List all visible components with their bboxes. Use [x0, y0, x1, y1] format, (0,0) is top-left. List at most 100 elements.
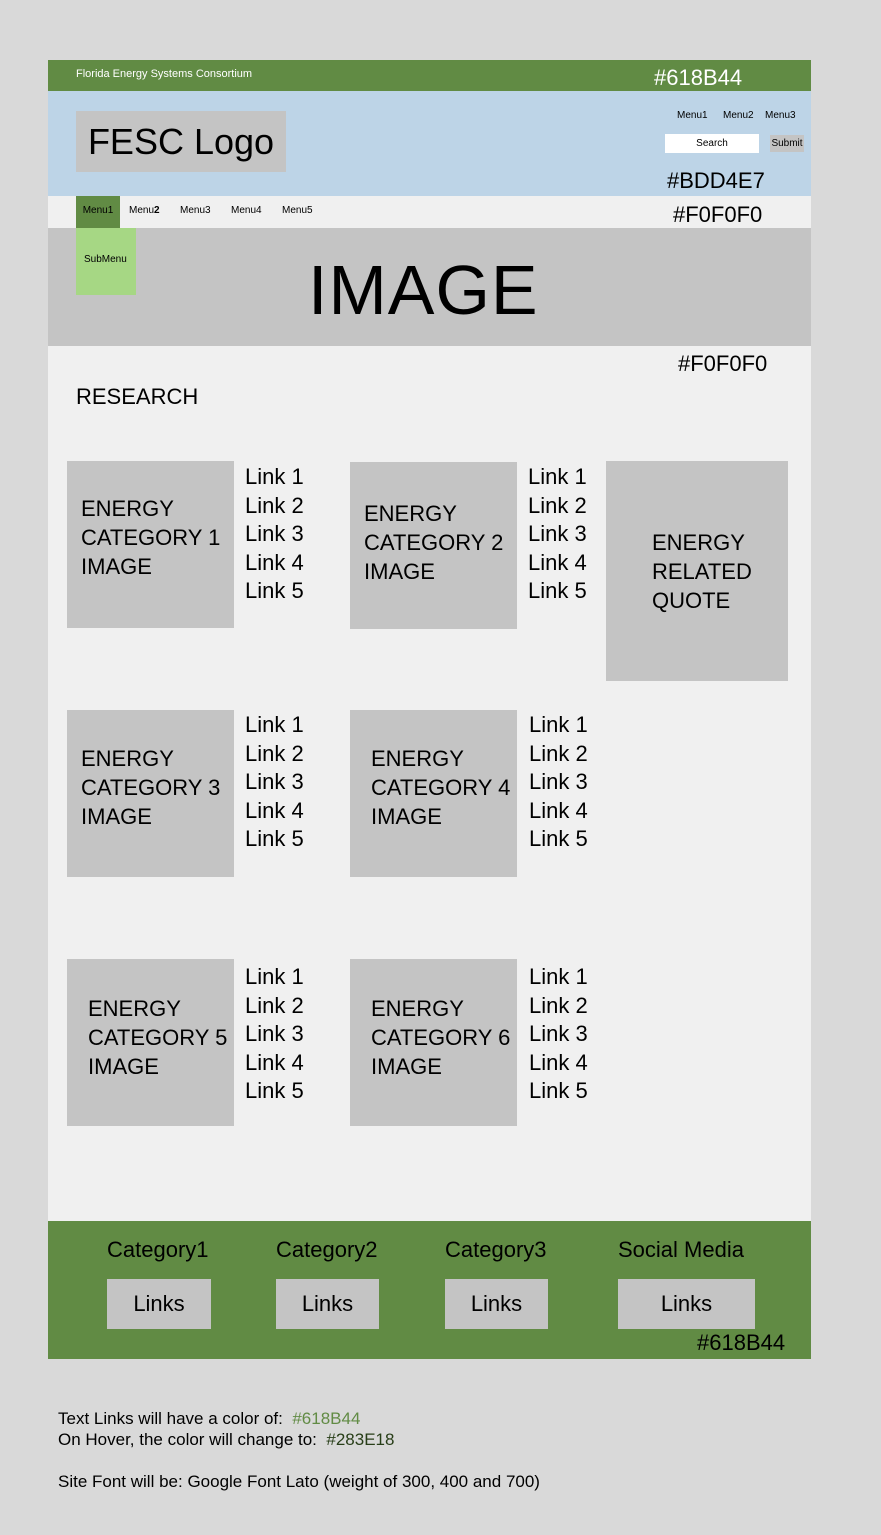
note-text: On Hover, the color will change to: [58, 1430, 317, 1449]
link[interactable]: Link 1 [529, 711, 588, 740]
category-6-links: Link 1 Link 2 Link 3 Link 4 Link 5 [529, 963, 588, 1106]
link[interactable]: Link 3 [528, 520, 587, 549]
category-image-text: ENERGY [81, 746, 174, 771]
top-menu-item-2[interactable]: Menu2 [723, 110, 754, 121]
style-notes: Text Links will have a color of: #618B44… [58, 1408, 540, 1492]
link[interactable]: Link 5 [245, 1077, 304, 1106]
footer-links-button[interactable]: Links [276, 1279, 379, 1329]
section-title: RESEARCH [76, 384, 199, 409]
category-image-text: IMAGE [81, 804, 152, 829]
category-image-text: IMAGE [364, 559, 435, 584]
link[interactable]: Link 5 [245, 825, 304, 854]
category-image-text: IMAGE [88, 1054, 159, 1079]
footer: Category1 Category2 Category3 Social Med… [48, 1221, 811, 1359]
color-annotation: #618B44 [697, 1330, 786, 1355]
link[interactable]: Link 5 [245, 577, 304, 606]
category-4-links: Link 1 Link 2 Link 3 Link 4 Link 5 [529, 711, 588, 854]
link[interactable]: Link 2 [245, 992, 304, 1021]
hero-image: IMAGE [48, 228, 811, 346]
color-annotation: #BDD4E7 [667, 168, 765, 193]
quote-text: RELATED [652, 559, 752, 584]
category-3-image[interactable]: ENERGY CATEGORY 3 IMAGE [67, 710, 234, 877]
footer-links-button[interactable]: Links [107, 1279, 211, 1329]
note-line: Site Font will be: Google Font Lato (wei… [58, 1472, 540, 1491]
nav-item-menu4[interactable]: Menu4 [231, 196, 262, 228]
color-annotation: #618B44 [654, 65, 743, 90]
color-annotation: #F0F0F0 [678, 351, 768, 376]
quote-text: QUOTE [652, 588, 731, 613]
category-image-text: ENERGY [88, 996, 181, 1021]
note-line: On Hover, the color will change to: #283… [58, 1429, 540, 1450]
link[interactable]: Link 1 [245, 711, 304, 740]
link[interactable]: Link 4 [245, 797, 304, 826]
link[interactable]: Link 2 [245, 492, 304, 521]
category-image-text: CATEGORY 4 [371, 775, 511, 800]
color-annotation: #F0F0F0 [673, 202, 763, 227]
nav-item-menu2[interactable]: Menu2 [129, 196, 160, 228]
link[interactable]: Link 1 [245, 963, 304, 992]
link[interactable]: Link 3 [245, 768, 304, 797]
nav-item-menu5[interactable]: Menu5 [282, 196, 313, 228]
link[interactable]: Link 1 [529, 963, 588, 992]
link[interactable]: Link 2 [529, 992, 588, 1021]
footer-links-button[interactable]: Links [618, 1279, 755, 1329]
category-image-text: IMAGE [81, 554, 152, 579]
nav-item-menu3[interactable]: Menu3 [180, 196, 211, 228]
link[interactable]: Link 3 [529, 768, 588, 797]
category-1-links: Link 1 Link 2 Link 3 Link 4 Link 5 [245, 463, 304, 606]
nav-item-label: Menu [129, 205, 155, 216]
link[interactable]: Link 5 [529, 1077, 588, 1106]
link[interactable]: Link 4 [529, 797, 588, 826]
nav-item-menu1[interactable]: Menu1 [76, 196, 120, 228]
link[interactable]: Link 2 [528, 492, 587, 521]
footer-category-title: Social Media [618, 1237, 744, 1262]
link[interactable]: Link 3 [245, 520, 304, 549]
top-menu-item-1[interactable]: Menu1 [677, 110, 708, 121]
footer-links-button[interactable]: Links [445, 1279, 548, 1329]
category-image-text: IMAGE [371, 1054, 442, 1079]
link[interactable]: Link 4 [245, 549, 304, 578]
category-1-image[interactable]: ENERGY CATEGORY 1 IMAGE [67, 461, 234, 628]
category-3-links: Link 1 Link 2 Link 3 Link 4 Link 5 [245, 711, 304, 854]
category-4-image[interactable]: ENERGY CATEGORY 4 IMAGE [350, 710, 517, 877]
category-image-text: ENERGY [371, 996, 464, 1021]
category-5-links: Link 1 Link 2 Link 3 Link 4 Link 5 [245, 963, 304, 1106]
link[interactable]: Link 3 [529, 1020, 588, 1049]
quote-text: ENERGY [652, 530, 745, 555]
link[interactable]: Link 4 [528, 549, 587, 578]
note-spacer [58, 1450, 540, 1471]
submenu-dropdown[interactable]: SubMenu [76, 228, 136, 295]
note-color-value: #283E18 [326, 1430, 395, 1449]
footer-category-title: Category1 [107, 1237, 209, 1262]
link[interactable]: Link 2 [529, 740, 588, 769]
category-2-links: Link 1 Link 2 Link 3 Link 4 Link 5 [528, 463, 587, 606]
link[interactable]: Link 4 [245, 1049, 304, 1078]
link[interactable]: Link 4 [529, 1049, 588, 1078]
category-image-text: CATEGORY 2 [364, 530, 504, 555]
energy-quote-block: ENERGY RELATED QUOTE [606, 461, 788, 681]
search-input[interactable]: Search [665, 134, 759, 153]
category-image-text: IMAGE [371, 804, 442, 829]
category-image-text: ENERGY [371, 746, 464, 771]
category-image-text: CATEGORY 6 [371, 1025, 511, 1050]
hero-image-label: IMAGE [308, 251, 539, 329]
footer-category-title: Category3 [445, 1237, 547, 1262]
category-6-image[interactable]: ENERGY CATEGORY 6 IMAGE [350, 959, 517, 1126]
link[interactable]: Link 1 [528, 463, 587, 492]
top-menu-item-3[interactable]: Menu3 [765, 110, 796, 121]
link[interactable]: Link 5 [528, 577, 587, 606]
link[interactable]: Link 3 [245, 1020, 304, 1049]
note-color-value: #618B44 [292, 1409, 361, 1428]
site-name: Florida Energy Systems Consortium [76, 68, 253, 80]
category-5-image[interactable]: ENERGY CATEGORY 5 IMAGE [67, 959, 234, 1126]
nav-item-label-suffix: 2 [154, 205, 160, 216]
header: FESC Logo Menu1 Menu2 Menu3 Search Submi… [48, 91, 811, 196]
link[interactable]: Link 1 [245, 463, 304, 492]
link[interactable]: Link 5 [529, 825, 588, 854]
category-2-image[interactable]: ENERGY CATEGORY 2 IMAGE [350, 462, 517, 629]
category-image-text: CATEGORY 3 [81, 775, 221, 800]
logo[interactable]: FESC Logo [76, 111, 286, 172]
link[interactable]: Link 2 [245, 740, 304, 769]
submit-button[interactable]: Submit [770, 135, 804, 152]
top-bar: Florida Energy Systems Consortium #618B4… [48, 60, 811, 91]
